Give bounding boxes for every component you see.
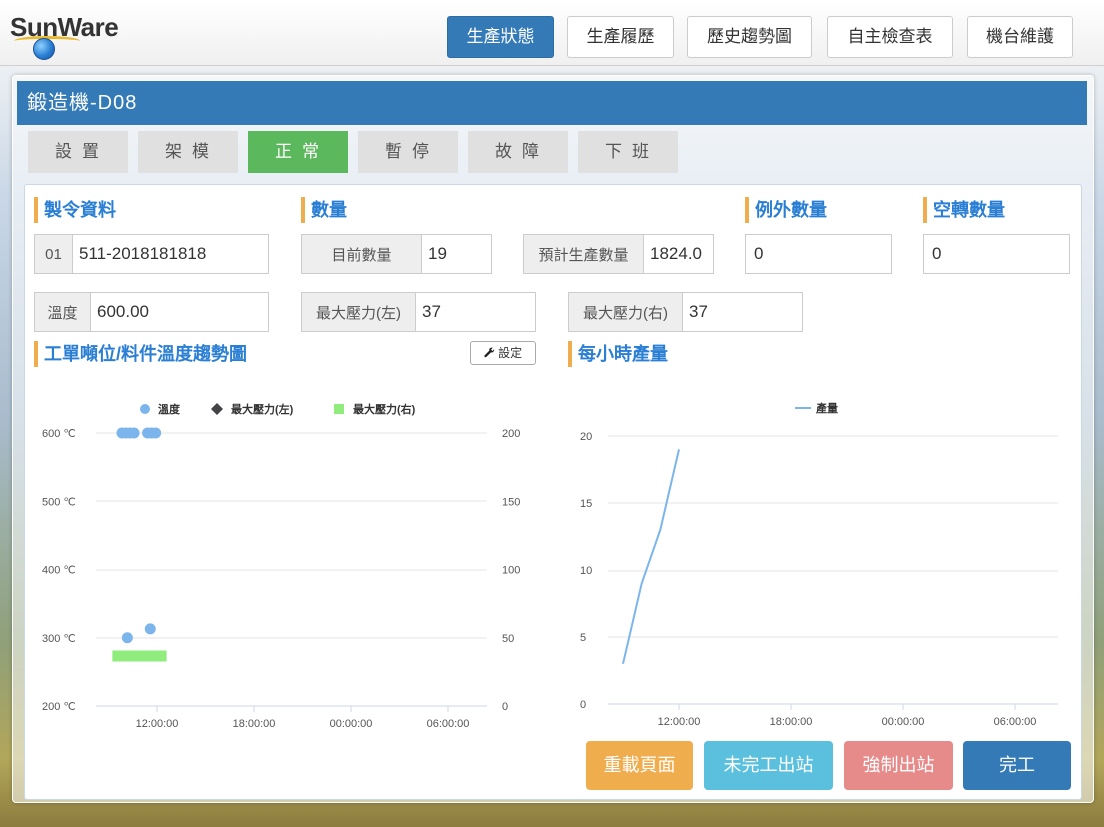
force-checkout-button[interactable]: 強制出站 (844, 741, 953, 790)
y-tick-label: 5 (580, 632, 586, 644)
max-pressure-left-label: 最大壓力(左) (302, 293, 416, 331)
max-pressure-left-value: 37 (422, 302, 441, 321)
trend-chart-grid (96, 432, 487, 707)
legend-pressure-left-marker (211, 403, 223, 415)
chart-settings-button[interactable]: 設定 (470, 341, 536, 365)
y-right-tick-label: 50 (502, 633, 514, 645)
y-left-tick-label: 500 ℃ (42, 496, 76, 508)
legend-output-label: 產量 (815, 401, 838, 415)
order-number-value: 511-2018181818 (79, 244, 207, 263)
planned-quantity-label: 預計生產數量 (524, 235, 644, 273)
nav-production-history[interactable]: 生產履歷 (567, 16, 674, 58)
state-mold-button[interactable]: 架模 (138, 131, 238, 173)
current-quantity-label: 目前數量 (302, 235, 422, 273)
x-tick-label: 12:00:00 (136, 718, 179, 730)
state-offduty-button[interactable]: 下班 (578, 131, 678, 173)
nav-history-trend[interactable]: 歷史趨勢圖 (687, 16, 812, 58)
y-left-tick-label: 300 ℃ (42, 633, 76, 645)
trend-chart-legend: 溫度 最大壓力(左) 最大壓力(右) (140, 402, 416, 416)
y-tick-label: 0 (580, 699, 586, 711)
temperature-point[interactable] (150, 427, 162, 439)
legend-temp-marker (140, 404, 150, 414)
trend-chart-svg: 溫度 最大壓力(左) 最大壓力(右) 600 ℃ 500 ℃ 400 ℃ 300 ℃ 2… (42, 402, 520, 730)
exception-quantity-field[interactable]: 0 (745, 234, 892, 274)
state-pause-button[interactable]: 暫停 (358, 131, 458, 173)
y-left-tick-label: 200 ℃ (42, 701, 76, 713)
legend-pressure-right-label: 最大壓力(右) (353, 402, 416, 416)
order-seq: 01 (35, 235, 73, 273)
x-tick-label: 06:00:00 (427, 718, 470, 730)
max-pressure-right-value: 37 (689, 302, 708, 321)
y-right-tick-label: 100 (502, 565, 520, 577)
temperature-point[interactable] (144, 623, 156, 635)
x-tick-label: 12:00:00 (658, 716, 701, 728)
logo-text: SunWare (10, 12, 119, 42)
nav-production-status[interactable]: 生產狀態 (447, 16, 554, 58)
pressure-right-point[interactable] (136, 650, 167, 662)
temperature-point[interactable] (128, 427, 140, 439)
order-heading: 製令資料 (34, 197, 116, 223)
x-tick-label: 00:00:00 (330, 718, 373, 730)
output-line[interactable] (622, 449, 680, 665)
temperature-value: 600.00 (97, 302, 149, 321)
y-left-tick-label: 600 ℃ (42, 428, 76, 440)
hourly-chart-heading: 每小時產量 (568, 341, 668, 367)
x-tick-label: 18:00:00 (770, 716, 813, 728)
sunware-logo[interactable]: SunWare (10, 12, 150, 60)
trend-chart: 溫度 最大壓力(左) 最大壓力(右) 600 ℃ 500 ℃ 400 ℃ 300 ℃ 2… (34, 392, 544, 737)
quantity-heading: 數量 (301, 197, 347, 223)
state-normal-button[interactable]: 正常 (248, 131, 348, 173)
x-tick-label: 06:00:00 (994, 716, 1037, 728)
y-right-tick-label: 200 (502, 428, 520, 440)
hourly-chart-svg: 產量 20 15 10 5 0 12:00:00 18:00:00 00:00:00 06:0… (580, 401, 1058, 728)
current-quantity-field[interactable]: 目前數量 19 (301, 234, 492, 274)
x-tick-label: 00:00:00 (882, 716, 925, 728)
order-number-field[interactable]: 01 511-2018181818 (34, 234, 269, 274)
max-pressure-left-field[interactable]: 最大壓力(左) 37 (301, 292, 536, 332)
temperature-point[interactable] (121, 632, 133, 644)
y-right-tick-label: 150 (502, 496, 520, 508)
nav-machine-maintenance[interactable]: 機台維護 (967, 16, 1073, 58)
machine-title: 鍛造機-D08 (17, 81, 1087, 125)
state-setup-button[interactable]: 設置 (28, 131, 128, 173)
settings-label: 設定 (498, 346, 523, 360)
current-quantity-value: 19 (428, 244, 447, 263)
planned-quantity-field[interactable]: 預計生產數量 1824.0 (523, 234, 714, 274)
idle-heading: 空轉數量 (923, 197, 1005, 223)
planned-quantity-value: 1824.0 (650, 244, 702, 263)
y-tick-label: 10 (580, 565, 592, 577)
wrench-icon (484, 346, 498, 360)
legend-temp-label: 溫度 (158, 402, 181, 416)
idle-quantity-value: 0 (932, 244, 942, 263)
y-tick-label: 15 (580, 498, 592, 510)
top-navbar: SunWare 生產狀態 生產履歷 歷史趨勢圖 自主檢查表 機台維護 (0, 0, 1104, 66)
legend-pressure-left-label: 最大壓力(左) (231, 402, 294, 416)
exception-heading: 例外數量 (745, 197, 827, 223)
x-tick-label: 18:00:00 (233, 718, 276, 730)
complete-button[interactable]: 完工 (963, 741, 1071, 790)
hourly-chart-legend: 產量 (795, 401, 838, 415)
max-pressure-right-field[interactable]: 最大壓力(右) 37 (568, 292, 803, 332)
temperature-field[interactable]: 溫度 600.00 (34, 292, 269, 332)
idle-quantity-field[interactable]: 0 (923, 234, 1070, 274)
legend-pressure-right-marker (334, 404, 344, 414)
y-right-tick-label: 0 (502, 701, 508, 713)
temperature-label: 溫度 (35, 293, 91, 331)
y-tick-label: 20 (580, 431, 592, 443)
nav-self-inspection[interactable]: 自主檢查表 (827, 16, 953, 58)
y-left-tick-label: 400 ℃ (42, 565, 76, 577)
reload-page-button[interactable]: 重載頁面 (586, 741, 693, 790)
exception-quantity-value: 0 (754, 244, 764, 263)
state-fault-button[interactable]: 故障 (468, 131, 568, 173)
unfinished-checkout-button[interactable]: 未完工出站 (704, 741, 833, 790)
trend-chart-heading: 工單噸位/料件溫度趨勢圖 (34, 341, 247, 367)
hourly-chart-grid (608, 435, 1058, 705)
hourly-chart: 產量 20 15 10 5 0 12:00:00 18:00:00 00:00:00 06:0… (568, 392, 1068, 737)
max-pressure-right-label: 最大壓力(右) (569, 293, 683, 331)
